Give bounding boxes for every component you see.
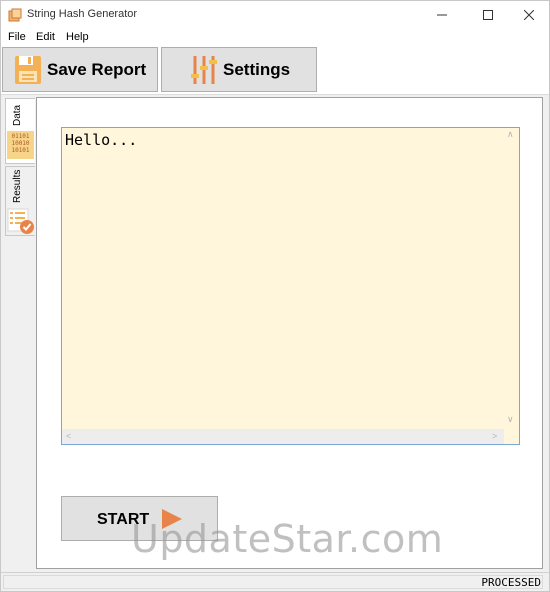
input-text-area[interactable]: Hello... ∧ ∨ < >: [61, 127, 520, 445]
save-report-label: Save Report: [47, 59, 147, 79]
status-panel: [3, 575, 543, 589]
scroll-left-icon[interactable]: <: [66, 431, 71, 441]
status-bar: PROCESSED: [1, 572, 549, 591]
menu-edit[interactable]: Edit: [36, 31, 55, 43]
tab-data[interactable]: Data 01101 10010 10101: [5, 98, 35, 164]
vertical-scrollbar[interactable]: ∧ ∨: [504, 128, 519, 429]
maximize-button[interactable]: [465, 1, 511, 29]
title-bar: String Hash Generator: [1, 1, 549, 29]
scroll-up-icon[interactable]: ∧: [507, 129, 514, 140]
toolbar: Save Report Settings: [1, 46, 549, 95]
settings-label: Settings: [223, 59, 291, 79]
data-panel: Hello... ∧ ∨ < > START: [36, 97, 543, 569]
floppy-disk-icon: [15, 55, 41, 84]
app-window: String Hash Generator File Edit Help Sav…: [0, 0, 550, 592]
save-report-button[interactable]: Save Report: [2, 47, 158, 92]
sliders-icon: [191, 55, 217, 84]
maximize-icon: [483, 10, 493, 20]
tab-results-label: Results: [12, 169, 23, 203]
scroll-down-icon[interactable]: ∨: [507, 414, 514, 425]
input-text: Hello...: [65, 131, 138, 149]
settings-button[interactable]: Settings: [161, 47, 317, 92]
minimize-button[interactable]: [419, 1, 465, 29]
side-tabs: Data 01101 10010 10101 Results: [1, 96, 36, 572]
menu-file[interactable]: File: [8, 31, 26, 43]
watermark: UpdateStar.com: [131, 517, 444, 561]
app-icon: [8, 8, 22, 22]
results-list-icon: [7, 208, 34, 234]
scrollbar-corner: [504, 429, 519, 444]
tab-results[interactable]: Results: [5, 166, 35, 236]
horizontal-scrollbar[interactable]: < >: [62, 429, 504, 444]
status-text: PROCESSED: [481, 576, 541, 589]
window-title: String Hash Generator: [27, 8, 138, 20]
minimize-icon: [437, 14, 447, 16]
menu-help[interactable]: Help: [66, 31, 89, 43]
scroll-right-icon[interactable]: >: [492, 431, 497, 441]
tab-data-label: Data: [12, 104, 23, 126]
close-button[interactable]: [506, 1, 550, 29]
close-icon: [524, 10, 534, 20]
menu-bar: File Edit Help: [1, 29, 549, 46]
binary-data-icon: 01101 10010 10101: [7, 131, 34, 159]
